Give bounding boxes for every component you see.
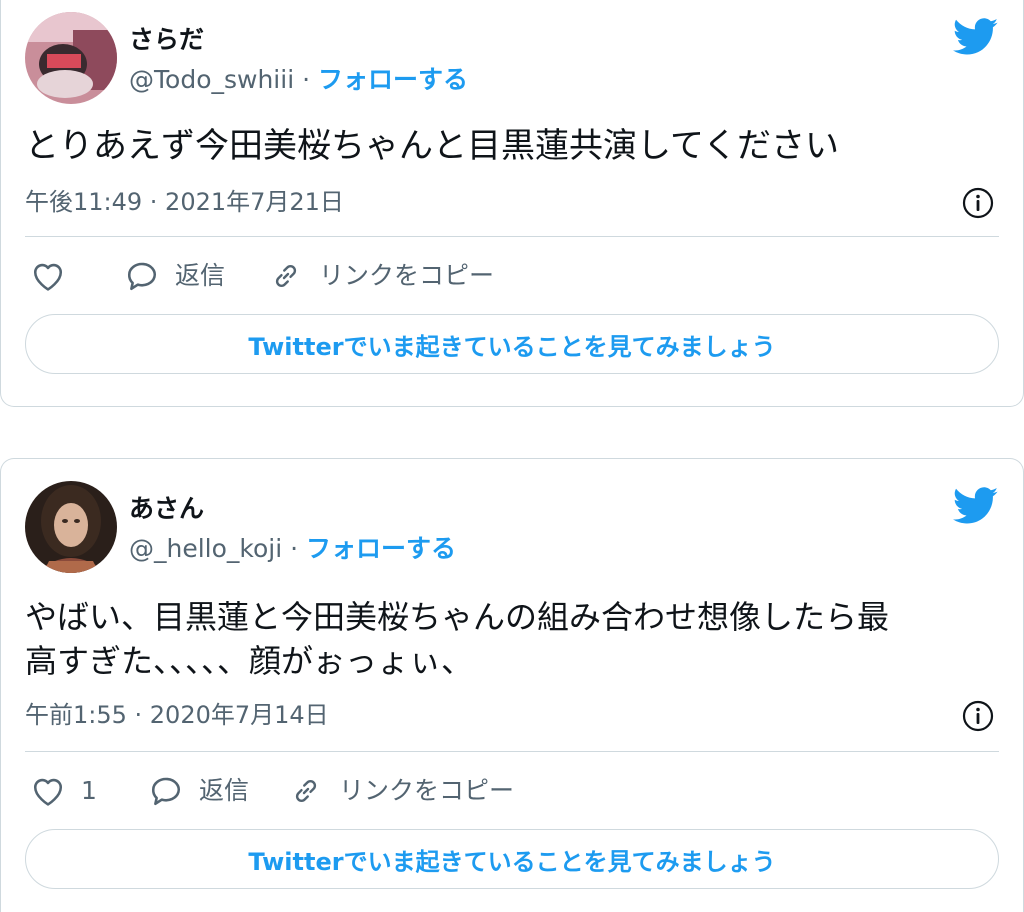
tweet-header: あさん @_hello_koji · フォローする xyxy=(25,481,999,573)
see-whats-happening-button[interactable]: Twitterでいま起きていることを見てみましょう xyxy=(25,314,999,374)
like-button[interactable]: 1 xyxy=(31,771,97,811)
handle-line: @Todo_swhiii · フォローする xyxy=(129,60,468,96)
reply-label: 返信 xyxy=(175,261,226,290)
follow-link[interactable]: フォローする xyxy=(318,65,468,94)
heart-icon xyxy=(33,263,63,291)
tweet-card: さらだ @Todo_swhiii · フォローする とりあえず今田美桜ちゃんと目… xyxy=(0,0,1024,407)
separator: · xyxy=(294,65,318,94)
copy-link-button[interactable]: リンクをコピー xyxy=(269,256,494,296)
link-icon xyxy=(275,264,297,288)
divider xyxy=(25,236,999,237)
heart-icon xyxy=(33,778,63,806)
handle-line: @_hello_koji · フォローする xyxy=(129,529,456,565)
twitter-bird-icon[interactable] xyxy=(953,18,999,56)
copy-link-label: リンクをコピー xyxy=(319,261,495,290)
reply-label: 返信 xyxy=(199,776,250,805)
divider xyxy=(25,751,999,752)
tweet-text: とりあえず今田美桜ちゃんと目黒蓮共演してください xyxy=(25,126,839,166)
copy-link-label: リンクをコピー xyxy=(339,776,515,805)
speech-bubble-icon xyxy=(127,262,156,291)
handle[interactable]: @Todo_swhiii xyxy=(129,65,294,94)
speech-bubble-icon xyxy=(151,777,180,806)
like-button[interactable] xyxy=(31,256,81,296)
see-whats-happening-button[interactable]: Twitterでいま起きていることを見てみましょう xyxy=(25,829,999,889)
info-icon[interactable] xyxy=(961,699,995,733)
display-name[interactable]: あさん xyxy=(129,489,204,525)
link-icon xyxy=(295,779,317,803)
tweet-card: あさん @_hello_koji · フォローする やばい、目黒蓮と今田美桜ちゃ… xyxy=(0,458,1024,912)
action-bar: 1 返信 リンクをコピー xyxy=(25,771,999,811)
action-bar: 返信 リンクをコピー xyxy=(25,256,999,296)
tweet-text-line: 高すぎた、、、、、顔がぉっょぃ、 xyxy=(25,642,474,680)
info-icon[interactable] xyxy=(961,186,995,220)
tweet-header: さらだ @Todo_swhiii · フォローする xyxy=(25,12,999,104)
tweet-meta: 午後11:49 · 2021年7月21日 xyxy=(25,184,999,220)
twitter-bird-icon[interactable] xyxy=(953,487,999,525)
tweet-text: やばい、目黒蓮と今田美桜ちゃんの組み合わせ想像したら最 高すぎた、、、、、顔がぉ… xyxy=(25,595,999,683)
tweet-meta: 午前1:55 · 2020年7月14日 xyxy=(25,697,999,733)
like-count: 1 xyxy=(81,776,97,805)
separator: · xyxy=(282,534,307,563)
follow-link[interactable]: フォローする xyxy=(306,534,456,563)
tweet-text-line: やばい、目黒蓮と今田美桜ちゃんの組み合わせ想像したら最 xyxy=(25,598,890,636)
reply-button[interactable]: 返信 xyxy=(125,256,225,296)
reply-button[interactable]: 返信 xyxy=(149,771,249,811)
avatar[interactable] xyxy=(25,12,117,104)
display-name[interactable]: さらだ xyxy=(129,20,204,56)
handle[interactable]: @_hello_koji xyxy=(129,534,282,563)
timestamp[interactable]: 午前1:55 · 2020年7月14日 xyxy=(25,701,329,729)
timestamp[interactable]: 午後11:49 · 2021年7月21日 xyxy=(25,188,344,216)
avatar[interactable] xyxy=(25,481,117,573)
copy-link-button[interactable]: リンクをコピー xyxy=(289,771,514,811)
